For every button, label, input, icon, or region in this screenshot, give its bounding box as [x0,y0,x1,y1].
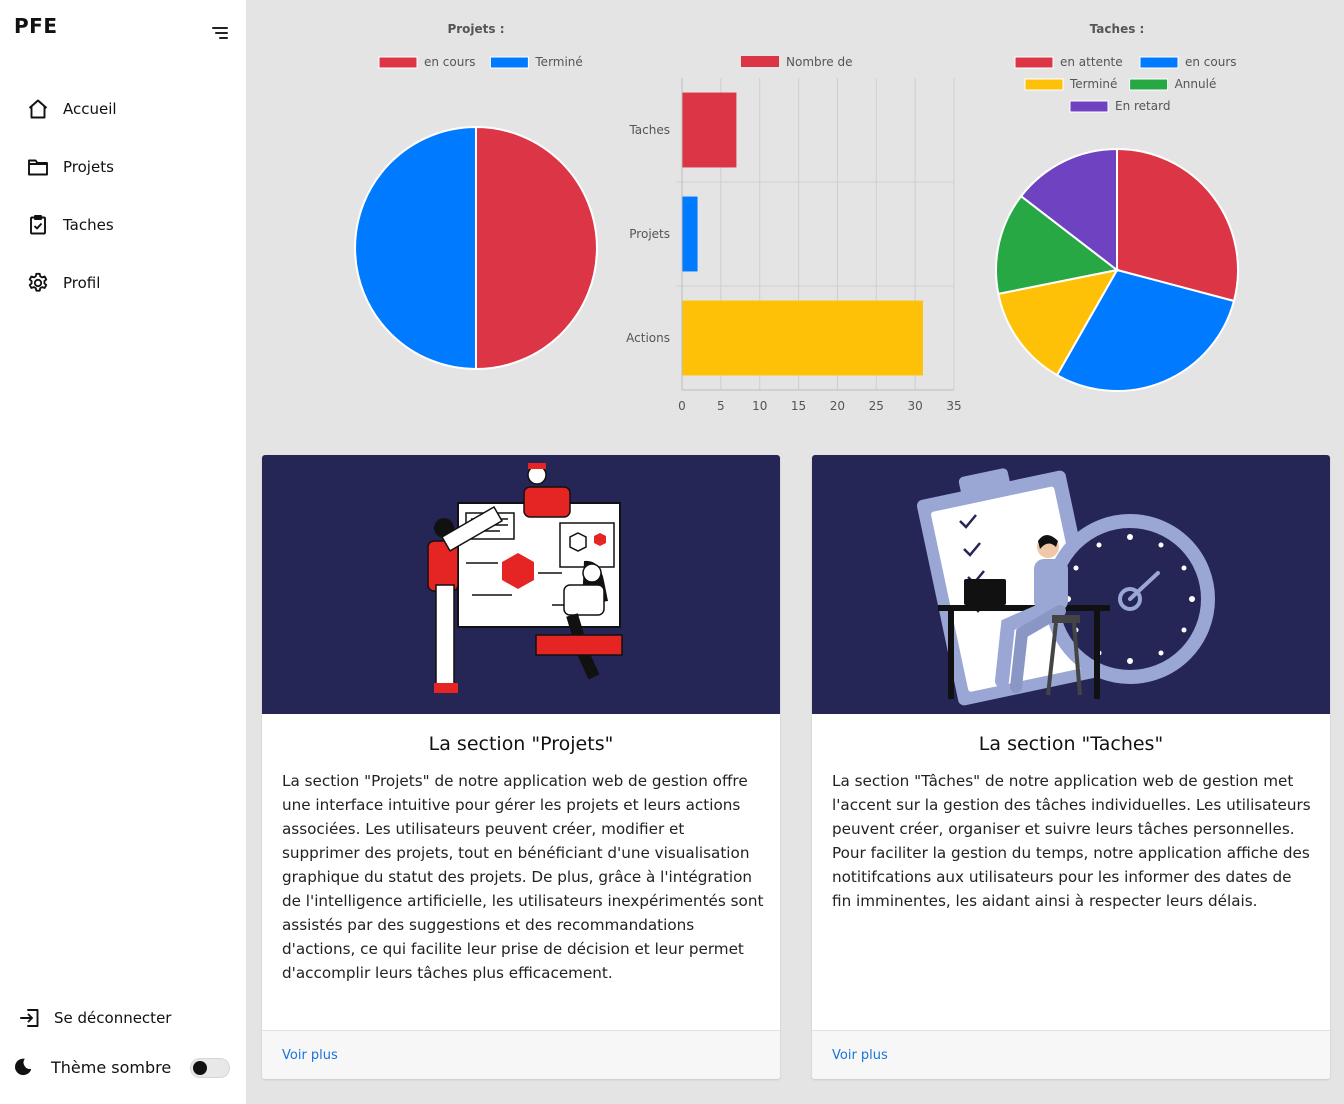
projets-illustration [262,455,780,714]
x-tick-label: 10 [752,399,767,413]
legend-label: Nombre de [786,55,853,69]
gear-icon [28,272,48,292]
voir-plus-link[interactable]: Voir plus [282,1048,338,1063]
voir-plus-link[interactable]: Voir plus [832,1048,888,1063]
taches-card: La section "Taches" La section "Tâches" … [812,455,1330,1079]
legend-label: en attente [1060,55,1123,69]
time-management-illustration [916,468,1215,706]
menu-toggle-icon[interactable] [210,27,228,41]
sidebar-item-profil[interactable]: Profil [0,254,246,312]
taches-illustration [812,455,1330,714]
legend-swatch [1014,56,1054,69]
legend-label: en cours [424,55,476,69]
legend-swatch [1069,100,1109,113]
charts-svg: Projets : en cours Terminé Nombre de 0 5 10 15 2… [354,22,1239,413]
card-text: La section "Projets" de notre applicatio… [282,772,764,982]
card-text: La section "Tâches" de notre application… [832,772,1311,910]
legend-label: Terminé [1069,77,1117,91]
card-title: La section "Projets" [428,733,614,755]
legend-label: Terminé [534,55,582,69]
legend-swatch [489,56,529,69]
x-tick-label: 5 [717,399,725,413]
card-footer: Voir plus [262,1030,780,1079]
sidebar-item-accueil[interactable]: Accueil [0,80,246,138]
legend-label: Annulé [1175,77,1217,91]
theme-label: Thème sombre [51,1057,172,1077]
pie-slice [354,125,477,371]
dark-theme-toggle[interactable] [190,1058,230,1078]
sidebar-nav: Accueil Projets Taches Profil [0,80,246,312]
legend-label: En retard [1115,99,1170,113]
sidebar-item-label: Accueil [63,100,117,118]
sidebar-item-taches[interactable]: Taches [0,196,246,254]
x-tick-label: 25 [869,399,884,413]
theme-switch-row: Thème sombre [12,1056,234,1078]
x-tick-label: 20 [830,399,845,413]
team-illustration [427,463,623,693]
sidebar-item-label: Projets [63,158,114,176]
bar [682,196,698,272]
legend-label: en cours [1185,55,1237,69]
legend-swatch [1139,56,1179,69]
bar [682,300,923,376]
legend-swatch [1024,78,1064,91]
pie-slice [475,125,598,371]
brand-title: PFE [14,14,58,38]
x-tick-label: 35 [946,399,961,413]
legend-swatch [378,56,418,69]
sidebar-item-projets[interactable]: Projets [0,138,246,196]
chart-title: Taches : [1090,22,1145,36]
legend-swatch [741,56,779,67]
chart-title: Projets : [447,22,504,36]
y-tick-label: Projets [629,227,670,241]
bar [682,92,737,168]
legend-swatch [1129,78,1169,91]
card-footer: Voir plus [812,1030,1330,1079]
logout-button[interactable]: Se déconnecter [18,1006,171,1030]
x-tick-label: 0 [678,399,686,413]
x-tick-label: 15 [791,399,806,413]
card-title: La section "Taches" [978,733,1164,755]
x-tick-label: 30 [908,399,923,413]
sidebar-item-label: Profil [63,274,101,292]
clipboard-check-icon [30,215,46,235]
moon-icon [14,1058,32,1076]
charts-area: Projets : en cours Terminé Nombre de 0 5 10 15 2… [246,0,1344,420]
logout-label: Se déconnecter [54,1009,172,1027]
y-tick-label: Taches [628,123,670,137]
toggle-knob [193,1061,207,1075]
sidebar: PFE Accueil Projets Taches Profil Se déc… [0,0,246,1104]
y-tick-label: Actions [626,331,670,345]
home-icon [28,99,48,119]
projets-card: La section "Projets" La section "Projets… [262,455,780,1079]
folder-icon [28,159,48,176]
logout-icon [20,1009,39,1027]
sidebar-item-label: Taches [63,216,114,234]
